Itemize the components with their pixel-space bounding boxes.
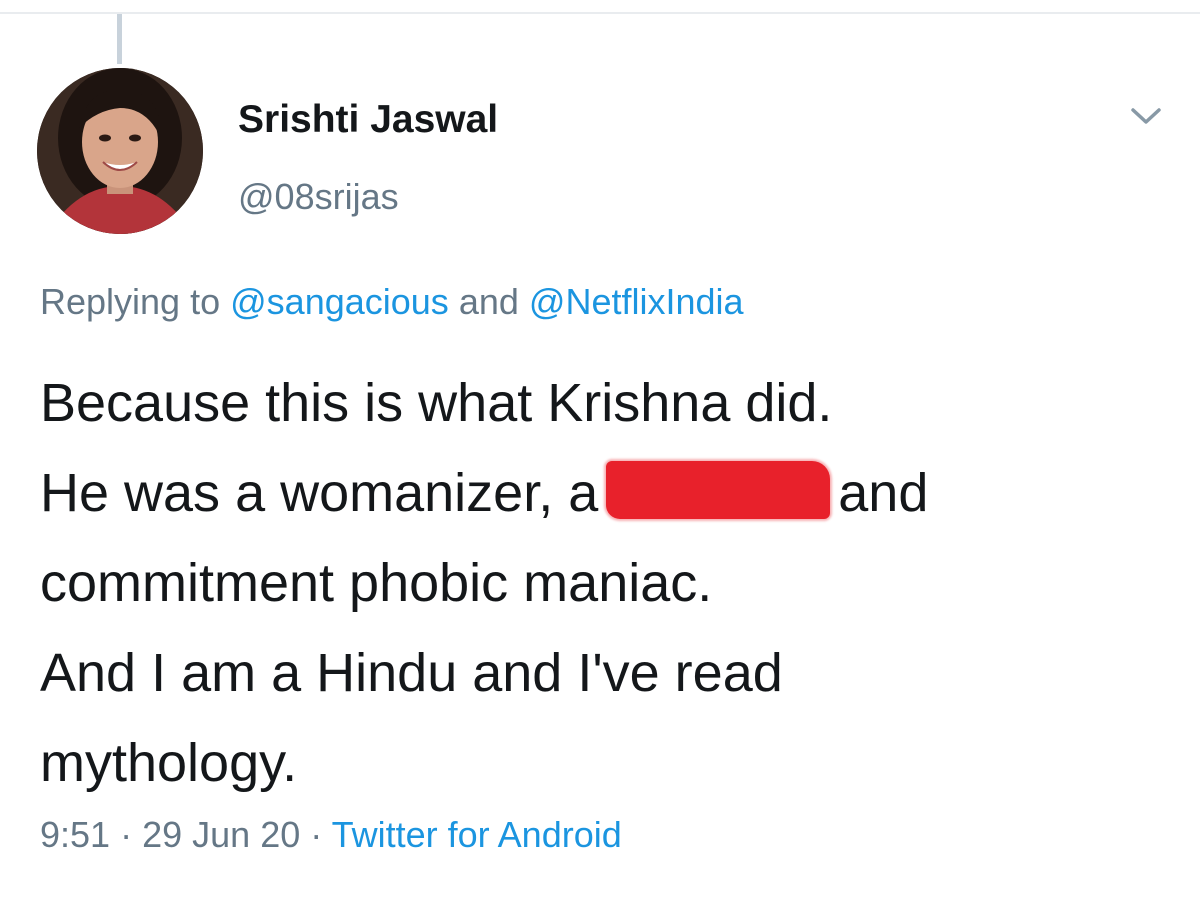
tweet-text-line-5: mythology. bbox=[40, 733, 298, 793]
tweet-date[interactable]: 29 Jun 20 bbox=[142, 814, 300, 855]
author-display-name[interactable]: Srishti Jaswal bbox=[238, 98, 498, 142]
thread-connector-line bbox=[117, 14, 122, 64]
tweet-text-line-3: commitment phobic maniac. bbox=[40, 553, 713, 613]
tweet-detail-page: Srishti Jaswal @08srijas Replying to @sa… bbox=[0, 0, 1200, 900]
author-handle[interactable]: @08srijas bbox=[238, 176, 399, 218]
meta-separator: · bbox=[310, 814, 323, 855]
tweet-text-line-2-after: and bbox=[838, 463, 929, 523]
replying-conjunction: and bbox=[458, 281, 519, 322]
meta-separator: · bbox=[120, 814, 133, 855]
tweet-text-line-2-before: He was a womanizer, a bbox=[40, 463, 599, 523]
tweet-text: Because this is what Krishna did. He was… bbox=[40, 358, 1170, 808]
top-divider bbox=[0, 12, 1200, 14]
mention-link-sangacious[interactable]: @sangacious bbox=[230, 281, 449, 322]
avatar[interactable] bbox=[37, 68, 203, 234]
tweet-text-line-2: He was a womanizer, a and bbox=[40, 448, 1170, 538]
chevron-down-icon[interactable] bbox=[1128, 102, 1164, 130]
tweet-text-line-4: And I am a Hindu and I've read bbox=[40, 643, 783, 703]
replying-to-line: Replying to @sangacious and @NetflixIndi… bbox=[40, 281, 744, 323]
tweet-source-link[interactable]: Twitter for Android bbox=[332, 814, 622, 855]
tweet-metadata: 9:51 · 29 Jun 20 · Twitter for Android bbox=[40, 814, 622, 856]
mention-link-netflixindia[interactable]: @NetflixIndia bbox=[529, 281, 744, 322]
replying-prefix: Replying to bbox=[40, 281, 221, 322]
redaction-mark bbox=[606, 460, 831, 519]
tweet-time[interactable]: 9:51 bbox=[40, 814, 110, 855]
tweet-text-line-1: Because this is what Krishna did. bbox=[40, 373, 833, 433]
